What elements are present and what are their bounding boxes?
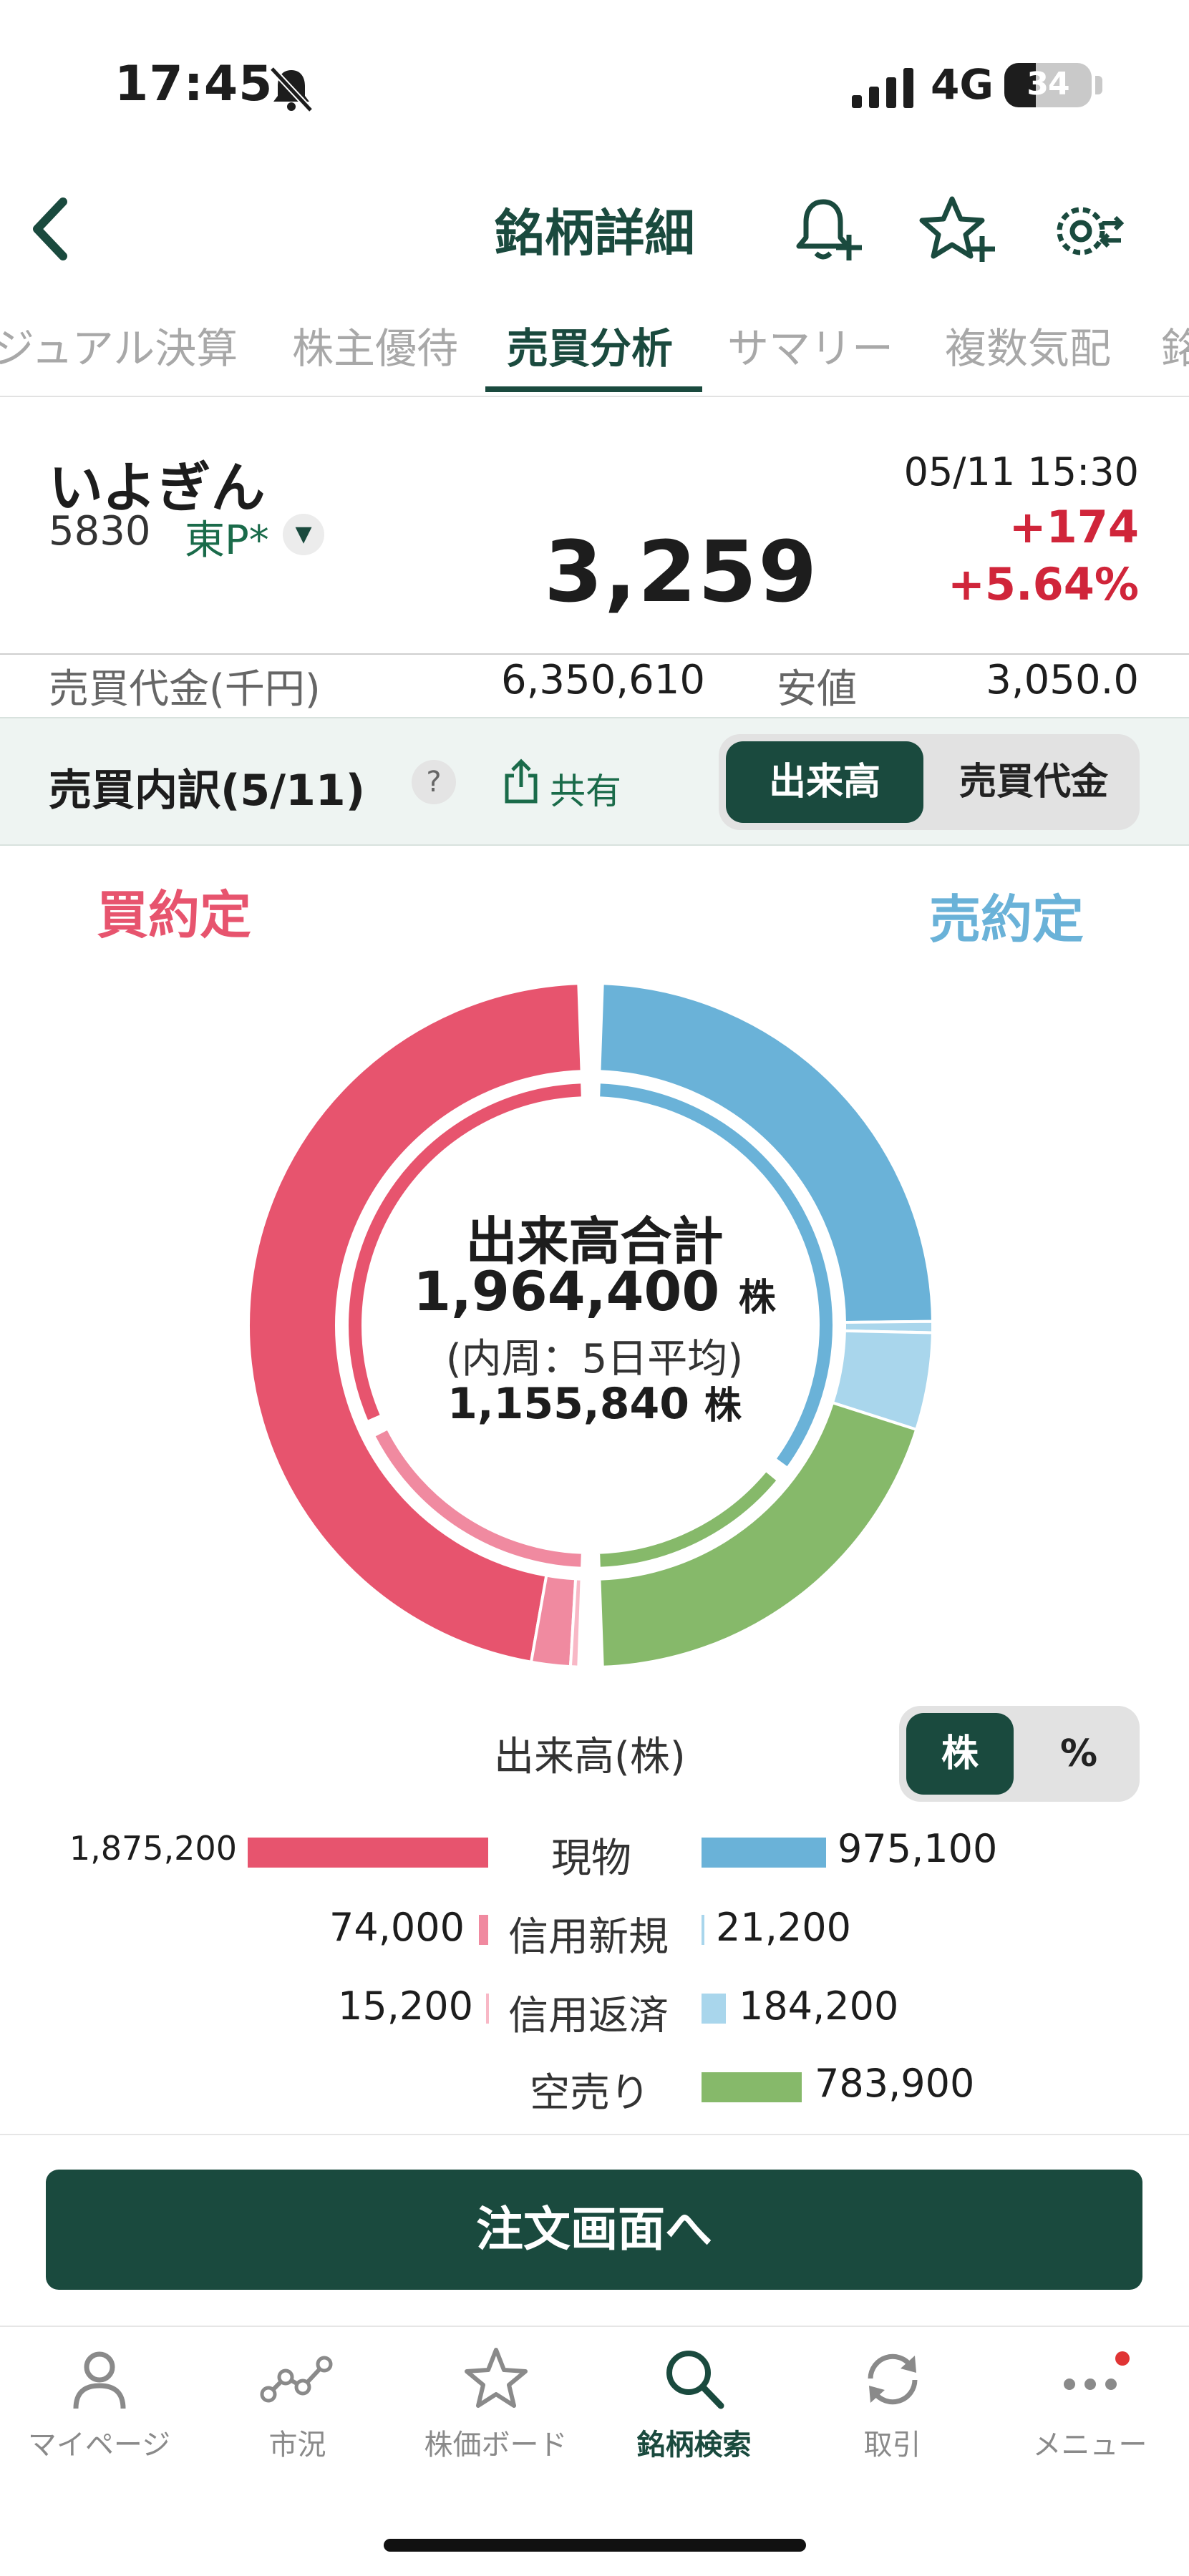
row-label-genbutsu: 現物 xyxy=(551,1835,631,1882)
stock-code: 5830 xyxy=(49,508,151,555)
star-icon xyxy=(464,2348,528,2408)
tab-shareholder-benefits[interactable]: 株主優待 xyxy=(292,315,458,375)
home-indicator xyxy=(384,2539,806,2552)
donut-total-value: 1,964,400 xyxy=(413,1259,720,1323)
row-label-short-sell: 空売り xyxy=(530,2070,650,2117)
nav-stock-search[interactable]: 銘柄検索 xyxy=(595,2340,793,2463)
sell-short-slice xyxy=(598,1400,918,1669)
low-price: 3,050.0 xyxy=(986,657,1139,703)
nav-menu[interactable]: メニュー xyxy=(991,2340,1189,2463)
bell-off-icon xyxy=(269,66,314,113)
unit-toggle: 株 % xyxy=(899,1706,1140,1802)
breakdown-title: 売買内訳(5/11) xyxy=(49,766,366,816)
sell-margin-repay-bar xyxy=(702,1994,726,2024)
stock-market[interactable]: 東P* xyxy=(185,508,269,566)
volume-value-toggle: 出来高 売買代金 xyxy=(719,734,1140,830)
nav-label: 取引 xyxy=(863,2429,921,2462)
tab-more[interactable]: 銘 xyxy=(1161,315,1189,375)
sell-margin-repay-value: 184,200 xyxy=(739,1984,899,2029)
more-icon xyxy=(1063,2351,1130,2390)
nav-trade[interactable]: 取引 xyxy=(793,2340,991,2463)
donut-avg-unit: 株 xyxy=(704,1385,742,1428)
donut-avg-value: 1,155,840 xyxy=(447,1379,689,1429)
nav-mypage[interactable]: マイページ xyxy=(0,2340,198,2463)
nav-price-board[interactable]: 株価ボード xyxy=(397,2340,595,2463)
buy-margin-repay-value: 15,200 xyxy=(338,1984,473,2029)
buy-genbutsu-value: 1,875,200 xyxy=(69,1829,237,1868)
trading-value-label: 売買代金(千円) xyxy=(49,666,321,713)
nav-label: 市況 xyxy=(268,2429,326,2462)
quote-timestamp: 05/11 15:30 xyxy=(903,449,1139,494)
toggle-percent[interactable]: % xyxy=(1025,1713,1132,1795)
price-change: +174 xyxy=(1009,501,1139,553)
short-sell-value: 783,900 xyxy=(815,2061,975,2106)
low-price-label: 安値 xyxy=(777,666,857,713)
toggle-shares[interactable]: 株 xyxy=(906,1713,1014,1795)
buy-margin-new-bar xyxy=(479,1915,488,1945)
network-type: 4G xyxy=(931,60,994,109)
sell-genbutsu-value: 975,100 xyxy=(838,1826,998,1871)
trading-value: 6,350,610 xyxy=(501,657,706,703)
nav-market[interactable]: 市況 xyxy=(198,2340,397,2463)
donut-total: 1,964,400 株 xyxy=(0,1259,1189,1323)
buy-genbutsu-bar xyxy=(248,1838,488,1868)
order-screen-button[interactable]: 注文画面へ xyxy=(46,2170,1142,2290)
tab-multi-quote[interactable]: 複数気配 xyxy=(945,315,1111,375)
battery-tip xyxy=(1095,76,1102,94)
refresh-icon xyxy=(868,2353,917,2405)
nav-label: 株価ボード xyxy=(424,2429,568,2462)
status-time: 17:45 xyxy=(115,56,273,112)
chevron-down-icon[interactable]: ▼ xyxy=(283,514,324,555)
battery-icon: 34 xyxy=(1004,63,1092,107)
bell-plus-icon[interactable] xyxy=(787,192,866,270)
nav-label: 銘柄検索 xyxy=(636,2429,752,2462)
signal-icon xyxy=(852,68,913,108)
volume-unit-label: 出来高(株) xyxy=(494,1734,686,1780)
help-icon[interactable]: ? xyxy=(412,760,456,804)
donut-avg: 1,155,840 株 xyxy=(0,1375,1189,1429)
toggle-trading-value[interactable]: 売買代金 xyxy=(935,741,1132,823)
buy-margin-repay-bar xyxy=(486,1994,489,2024)
row-label-margin-repay: 信用返済 xyxy=(508,1993,669,2039)
toggle-volume[interactable]: 出来高 xyxy=(726,741,923,823)
settings-swap-icon[interactable] xyxy=(1047,192,1125,270)
donut-total-unit: 株 xyxy=(738,1277,776,1319)
volume-donut-chart xyxy=(247,982,934,1669)
divider xyxy=(0,2326,1189,2327)
person-icon xyxy=(73,2351,125,2409)
tab-active-indicator xyxy=(485,386,702,392)
page-title: 銘柄詳細 xyxy=(494,204,695,263)
buy-label: 買約定 xyxy=(97,885,252,945)
market-chart-icon xyxy=(260,2356,332,2403)
tab-visual-results[interactable]: ジュアル決算 xyxy=(0,315,238,375)
short-sell-bar xyxy=(702,2072,802,2102)
current-price: 3,259 xyxy=(544,522,819,621)
tab-bar: ジュアル決算 株主優待 売買分析 サマリー 複数気配 銘 xyxy=(0,308,1189,397)
star-plus-icon[interactable] xyxy=(918,192,996,270)
sell-genbutsu-bar xyxy=(702,1838,826,1868)
nav-label: メニュー xyxy=(1032,2429,1147,2462)
tab-trade-analysis[interactable]: 売買分析 xyxy=(507,315,673,375)
tab-summary[interactable]: サマリー xyxy=(727,315,893,375)
sell-label: 売約定 xyxy=(929,889,1084,950)
divider xyxy=(0,2134,1189,2135)
price-change-percent: +5.64% xyxy=(947,558,1139,610)
battery-level: 34 xyxy=(1027,66,1069,102)
row-label-margin-new: 信用新規 xyxy=(508,1914,669,1961)
divider xyxy=(0,653,1189,655)
sell-margin-new-value: 21,200 xyxy=(716,1905,851,1950)
share-button[interactable]: 共有 xyxy=(550,763,621,814)
nav-label: マイページ xyxy=(27,2429,171,2462)
search-icon xyxy=(666,2351,724,2409)
buy-margin-new-value: 74,000 xyxy=(329,1905,465,1950)
sell-margin-new-bar xyxy=(702,1915,704,1945)
share-icon[interactable] xyxy=(501,758,541,804)
